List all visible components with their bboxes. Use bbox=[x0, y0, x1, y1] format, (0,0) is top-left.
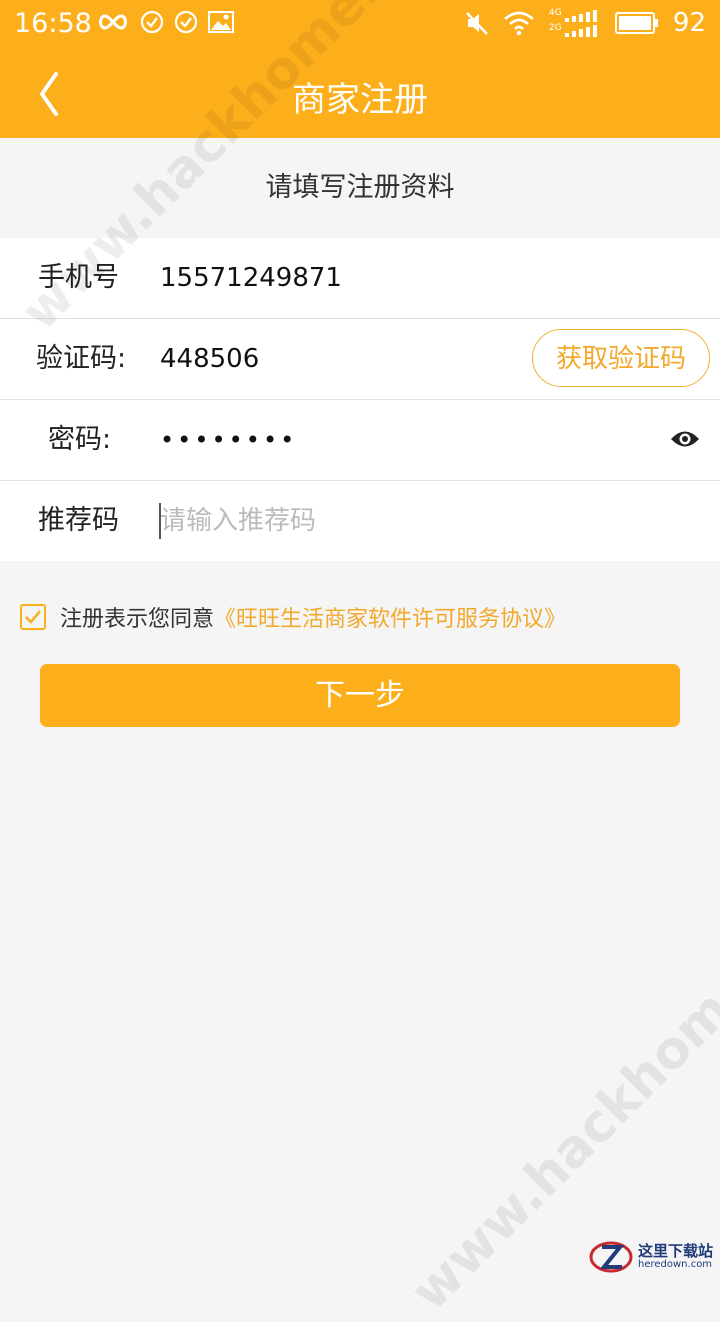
network-2g-label: 2G bbox=[548, 23, 562, 33]
corner-logo: 这里下载站 heredown.com bbox=[588, 1236, 716, 1278]
mute-icon bbox=[466, 12, 488, 35]
get-code-button[interactable]: 获取验证码 bbox=[532, 329, 710, 387]
password-row: 密码: •••••••• bbox=[0, 400, 720, 481]
app-bar: 商家注册 bbox=[0, 50, 720, 138]
checkmark-icon bbox=[25, 610, 41, 624]
network-4g-label: 4G bbox=[548, 8, 562, 18]
check-circle-icon bbox=[140, 10, 164, 34]
code-input[interactable]: 448506 bbox=[160, 319, 259, 399]
referral-input[interactable]: 请输入推荐码 bbox=[160, 481, 316, 561]
password-input[interactable]: •••••••• bbox=[160, 400, 297, 480]
phone-input[interactable]: 15571249871 bbox=[160, 238, 342, 318]
download-logo-icon bbox=[589, 1241, 633, 1273]
referral-label: 推荐码 bbox=[38, 505, 119, 536]
referral-row: 推荐码 请输入推荐码 bbox=[0, 481, 720, 561]
agreement-text: 注册表示您同意 bbox=[60, 607, 215, 632]
corner-logo-en: heredown.com bbox=[638, 1259, 713, 1270]
corner-logo-cn: 这里下载站 bbox=[638, 1242, 714, 1260]
agreement-row: 注册表示您同意 《旺旺生活商家软件许可服务协议》 bbox=[20, 602, 566, 632]
check-circle-icon bbox=[174, 10, 198, 34]
agreement-link[interactable]: 《旺旺生活商家软件许可服务协议》 bbox=[214, 601, 566, 633]
code-row: 验证码: 448506 获取验证码 bbox=[0, 319, 720, 400]
page-title: 商家注册 bbox=[292, 80, 428, 120]
battery-percent: 92 bbox=[672, 8, 706, 38]
image-icon bbox=[208, 11, 234, 33]
battery-icon bbox=[614, 12, 658, 34]
password-label: 密码: bbox=[48, 424, 112, 455]
infinity-icon bbox=[99, 14, 127, 30]
next-button[interactable]: 下一步 bbox=[40, 664, 680, 727]
status-time: 16:58 bbox=[14, 8, 92, 39]
eye-icon[interactable] bbox=[670, 428, 700, 450]
agreement-checkbox[interactable] bbox=[20, 604, 46, 630]
signal-icon: 4G 2G bbox=[549, 8, 601, 38]
wifi-icon bbox=[504, 11, 534, 36]
